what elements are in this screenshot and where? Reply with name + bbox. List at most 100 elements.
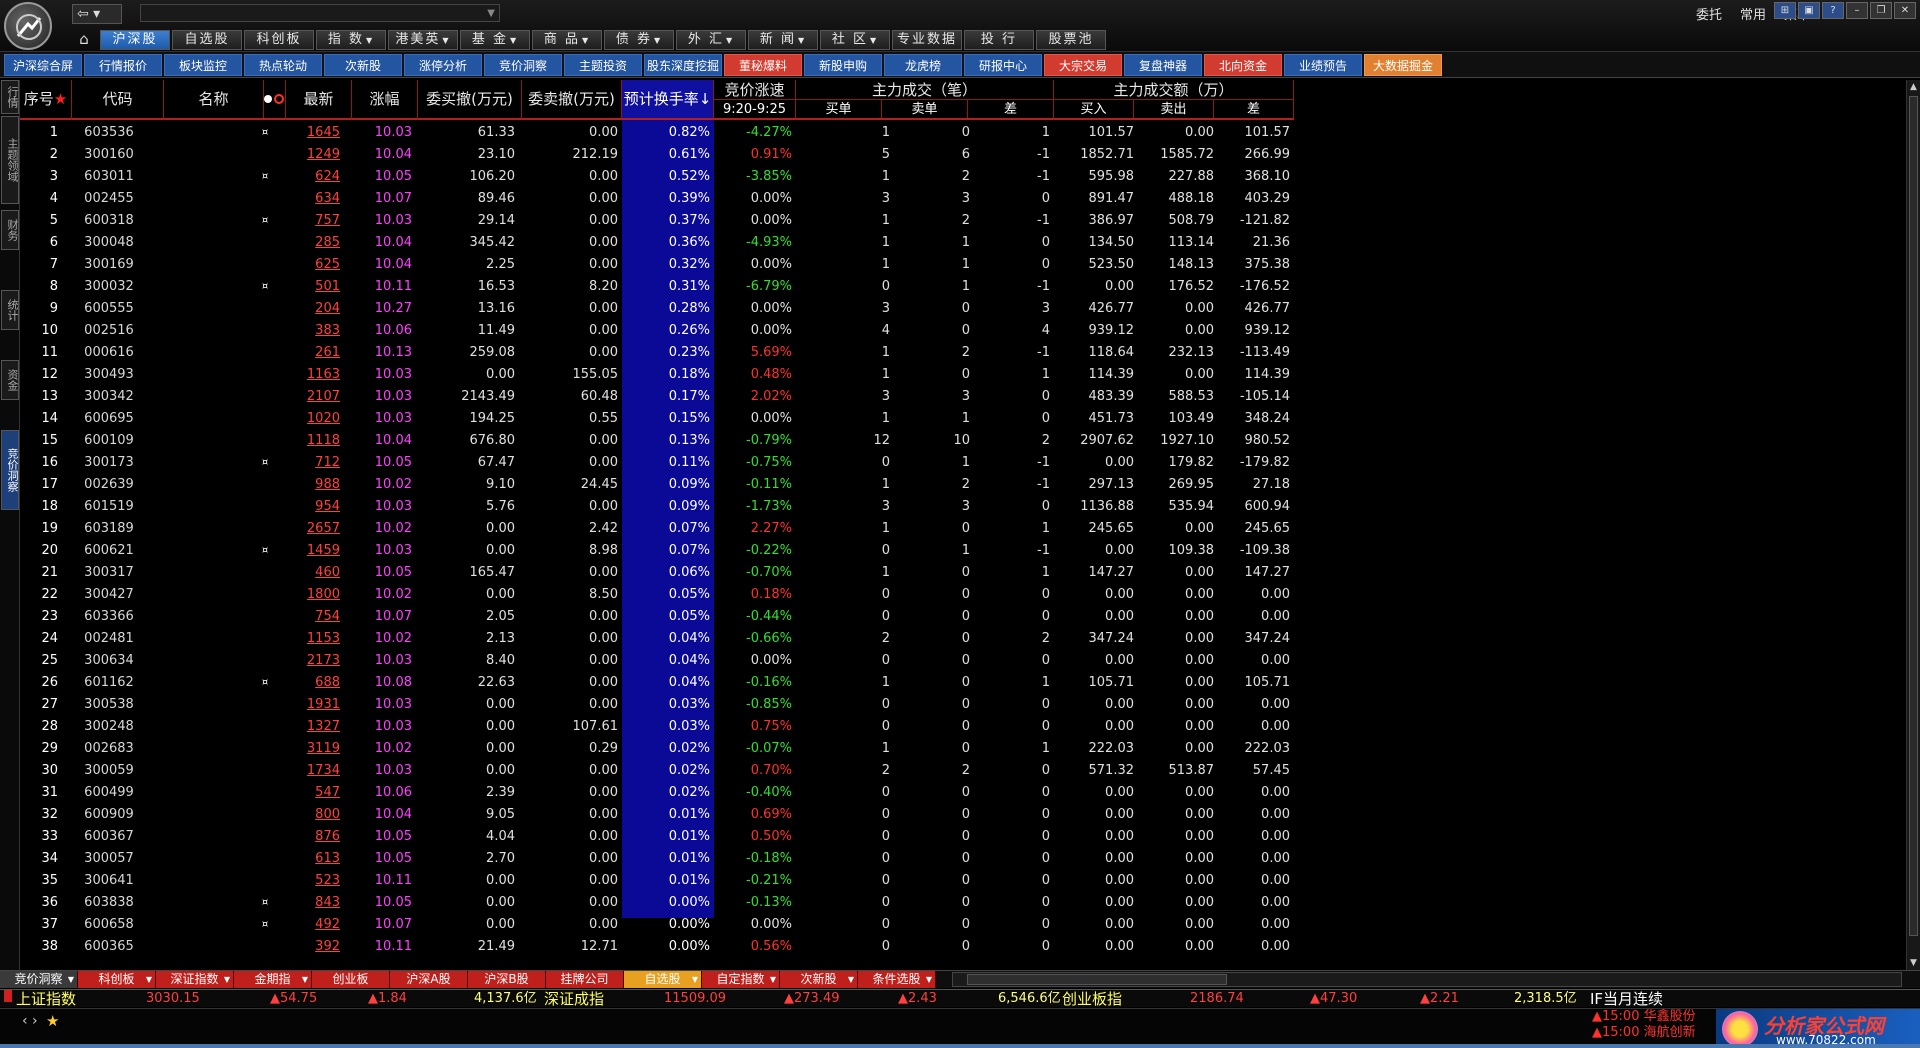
table-row[interactable]: 9600555海航创新20410.2713.160.000.28%0.00%30… bbox=[20, 298, 1290, 320]
table-row[interactable]: 38600365通葡股份39210.1121.4912.710.00%0.56%… bbox=[20, 936, 1290, 958]
sub-tab-7[interactable]: 主题投资 bbox=[564, 54, 642, 76]
star-icon[interactable]: ★ bbox=[46, 1012, 59, 1030]
sheet-tab-6[interactable]: 沪深B股 bbox=[468, 971, 546, 988]
table-row[interactable]: 11000616海航投资R26110.13259.080.000.23%5.69… bbox=[20, 342, 1290, 364]
table-row[interactable]: 33600367红星发展87610.054.040.000.01%0.50%00… bbox=[20, 826, 1290, 848]
sub-tab-11[interactable]: 龙虎榜 bbox=[884, 54, 962, 76]
sheet-tab-2[interactable]: 深证指数 ▼ bbox=[156, 971, 234, 988]
sub-tab-12[interactable]: 研报中心 bbox=[964, 54, 1042, 76]
col-header-speed[interactable]: 竞价涨速 9:20-9:25 bbox=[714, 80, 796, 120]
left-tab-5[interactable]: 竞价洞察 bbox=[1, 430, 19, 510]
table-row[interactable]: 29002683宏大爆破R311910.020.000.290.02%-0.07… bbox=[20, 738, 1290, 760]
table-row[interactable]: 17002639雪人股份R98810.029.1024.450.09%-0.11… bbox=[20, 474, 1290, 496]
sub-tab-0[interactable]: 沪深综合屏 bbox=[4, 54, 82, 76]
vertical-scrollbar[interactable]: ▲ ▼ bbox=[1906, 80, 1920, 970]
scroll-up-icon[interactable]: ▲ bbox=[1907, 80, 1920, 94]
col-header-marks[interactable] bbox=[256, 80, 286, 120]
sub-tab-8[interactable]: 股东深度挖掘 bbox=[644, 54, 722, 76]
sheet-tab-5[interactable]: 沪深A股 bbox=[390, 971, 468, 988]
main-tab-8[interactable]: 外 汇 ▼ bbox=[676, 30, 746, 50]
left-tab-4[interactable]: 资金 bbox=[1, 360, 19, 400]
sub-tab-3[interactable]: 热点轮动 bbox=[244, 54, 322, 76]
col-header-main-amount[interactable]: 主力成交额（万） 买入 卖出 差 bbox=[1054, 80, 1294, 120]
col-header-bid[interactable]: 委买撤(万元) bbox=[418, 80, 522, 120]
cy-index-name[interactable]: 创业板指 bbox=[1062, 990, 1122, 1008]
scroll-thumb[interactable] bbox=[1909, 96, 1918, 936]
table-row[interactable]: 30300059东方财富MR173410.030.000.000.02%0.70… bbox=[20, 760, 1290, 782]
table-row[interactable]: 21300317珈伟新能46010.05165.470.000.06%-0.70… bbox=[20, 562, 1290, 584]
main-tab-13[interactable]: 股票池 bbox=[1036, 30, 1106, 50]
help-icon[interactable]: ? bbox=[1822, 2, 1844, 19]
col-header-last[interactable]: 最新 bbox=[286, 80, 352, 120]
main-tab-4[interactable]: 港美英 ▼ bbox=[388, 30, 458, 50]
hscroll-thumb[interactable] bbox=[967, 974, 1227, 985]
col-header-code[interactable]: 代码 bbox=[72, 80, 164, 120]
table-row[interactable]: 7300169天晟新材62510.042.250.000.32%0.00%110… bbox=[20, 254, 1290, 276]
table-row[interactable]: 8300032金龙机电¤50110.1116.538.200.31%-6.79%… bbox=[20, 276, 1290, 298]
table-row[interactable]: 25300634彩讯股份217310.038.400.000.04%0.00%0… bbox=[20, 650, 1290, 672]
pin-icon[interactable]: ⊞ bbox=[1774, 2, 1796, 19]
table-row[interactable]: 12300493润欣科技R116310.030.00155.050.18%0.4… bbox=[20, 364, 1290, 386]
sheet-tab-1[interactable]: 科创板 ▼ bbox=[78, 971, 156, 988]
maximize-icon[interactable]: ❐ bbox=[1870, 2, 1892, 19]
sub-tab-10[interactable]: 新股申购 bbox=[804, 54, 882, 76]
table-row[interactable]: 35300641正丹股份52310.110.000.000.01%-0.21%0… bbox=[20, 870, 1290, 892]
main-tab-5[interactable]: 基 金 ▼ bbox=[460, 30, 530, 50]
col-header-main-count[interactable]: 主力成交（笔） 买单 卖单 差 bbox=[796, 80, 1054, 120]
sub-tab-5[interactable]: 涨停分析 bbox=[404, 54, 482, 76]
sheet-tab-8[interactable]: 自选股 ▼ bbox=[624, 971, 702, 988]
top-menu-1[interactable]: 常用 bbox=[1740, 4, 1766, 23]
col-header-turnover[interactable]: 预计换手率↓ bbox=[622, 80, 714, 120]
horizontal-scrollbar[interactable] bbox=[952, 972, 1902, 987]
table-row[interactable]: 20600621华鑫股份R¤145910.030.008.980.07%-0.2… bbox=[20, 540, 1290, 562]
main-tab-9[interactable]: 新 闻 ▼ bbox=[748, 30, 818, 50]
sheet-tab-4[interactable]: 创业板 bbox=[312, 971, 390, 988]
table-row[interactable]: 31600499科达洁能TR54710.062.390.000.02%-0.40… bbox=[20, 782, 1290, 804]
table-row[interactable]: 36603838四通股份¤84310.050.000.000.00%-0.13%… bbox=[20, 892, 1290, 914]
close-icon[interactable]: ✕ bbox=[1894, 2, 1916, 19]
sheet-tab-3[interactable]: 金期指 ▼ bbox=[234, 971, 312, 988]
sub-tab-2[interactable]: 板块监控 bbox=[164, 54, 242, 76]
sub-tab-13[interactable]: 大宗交易 bbox=[1044, 54, 1122, 76]
left-tab-0[interactable]: 行情 bbox=[1, 80, 19, 114]
sub-tab-16[interactable]: 业绩预告 bbox=[1284, 54, 1362, 76]
table-row[interactable]: 6300048合康新能28510.04345.420.000.36%-4.93%… bbox=[20, 232, 1290, 254]
main-tab-10[interactable]: 社 区 ▼ bbox=[820, 30, 890, 50]
if-contract-name[interactable]: IF当月连续 bbox=[1590, 990, 1663, 1008]
table-row[interactable]: 13300342天银机电R210710.032143.4960.480.17%2… bbox=[20, 386, 1290, 408]
table-row[interactable]: 27300538同益股份193110.030.000.000.03%-0.85%… bbox=[20, 694, 1290, 716]
col-header-name[interactable]: 名称 bbox=[164, 80, 264, 120]
main-tab-7[interactable]: 债 券 ▼ bbox=[604, 30, 674, 50]
back-forward-icon[interactable]: ⇦ ▾ bbox=[72, 4, 122, 24]
table-row[interactable]: 2300160秀强股份124910.0423.10212.190.61%0.91… bbox=[20, 144, 1290, 166]
main-tab-3[interactable]: 指 数 ▼ bbox=[316, 30, 386, 50]
sheet-tab-11[interactable]: 条件选股 ▼ bbox=[858, 971, 936, 988]
table-row[interactable]: 4002455百川股份63410.0789.460.000.39%0.00%33… bbox=[20, 188, 1290, 210]
main-tab-2[interactable]: 科创板 bbox=[244, 30, 314, 50]
col-header-ask[interactable]: 委卖撤(万元) bbox=[522, 80, 622, 120]
table-row[interactable]: 15600109国金证券MTR111810.04676.800.000.13%-… bbox=[20, 430, 1290, 452]
sheet-tab-0[interactable]: 竞价洞察 ▼ bbox=[0, 971, 78, 988]
sh-index-name[interactable]: 上证指数 bbox=[16, 990, 76, 1008]
table-row[interactable]: 34300057万顺新材61310.052.700.000.01%-0.18%0… bbox=[20, 848, 1290, 870]
main-tab-6[interactable]: 商 品 ▼ bbox=[532, 30, 602, 50]
table-row[interactable]: 5600318新力金融R¤75710.0329.140.000.37%0.00%… bbox=[20, 210, 1290, 232]
table-row[interactable]: 14600695绿庭投资R102010.03194.250.550.15%0.0… bbox=[20, 408, 1290, 430]
table-row[interactable]: 32600909华安证券MTR80010.049.050.000.01%0.69… bbox=[20, 804, 1290, 826]
table-row[interactable]: 22300427红相股份180010.020.008.500.05%0.18%0… bbox=[20, 584, 1290, 606]
table-row[interactable]: 3603011合锻智能¤62410.05106.200.000.52%-3.85… bbox=[20, 166, 1290, 188]
table-row[interactable]: 23603366日出东方75410.072.050.000.05%-0.44%0… bbox=[20, 606, 1290, 628]
minimize-icon[interactable]: – bbox=[1846, 2, 1868, 19]
sub-tab-14[interactable]: 复盘神器 bbox=[1124, 54, 1202, 76]
sheet-tab-9[interactable]: 自定指数 ▼ bbox=[702, 971, 780, 988]
dropdown-caret-icon[interactable]: ▼ bbox=[487, 5, 495, 23]
sub-tab-1[interactable]: 行情报价 bbox=[84, 54, 162, 76]
prev-next-icon[interactable]: ‹ › bbox=[22, 1013, 38, 1029]
table-row[interactable]: 19603189网达软件265710.020.002.420.07%2.27%1… bbox=[20, 518, 1290, 540]
table-row[interactable]: 18601519大智慧R95410.035.760.000.09%-1.73%3… bbox=[20, 496, 1290, 518]
sub-tab-9[interactable]: 董秘爆料 bbox=[724, 54, 802, 76]
sub-tab-6[interactable]: 竞价洞察 bbox=[484, 54, 562, 76]
sheet-tab-10[interactable]: 次新股 ▼ bbox=[780, 971, 858, 988]
col-header-idx[interactable]: 序号★ bbox=[20, 80, 72, 120]
main-tab-0[interactable]: 沪深股 bbox=[100, 30, 170, 50]
